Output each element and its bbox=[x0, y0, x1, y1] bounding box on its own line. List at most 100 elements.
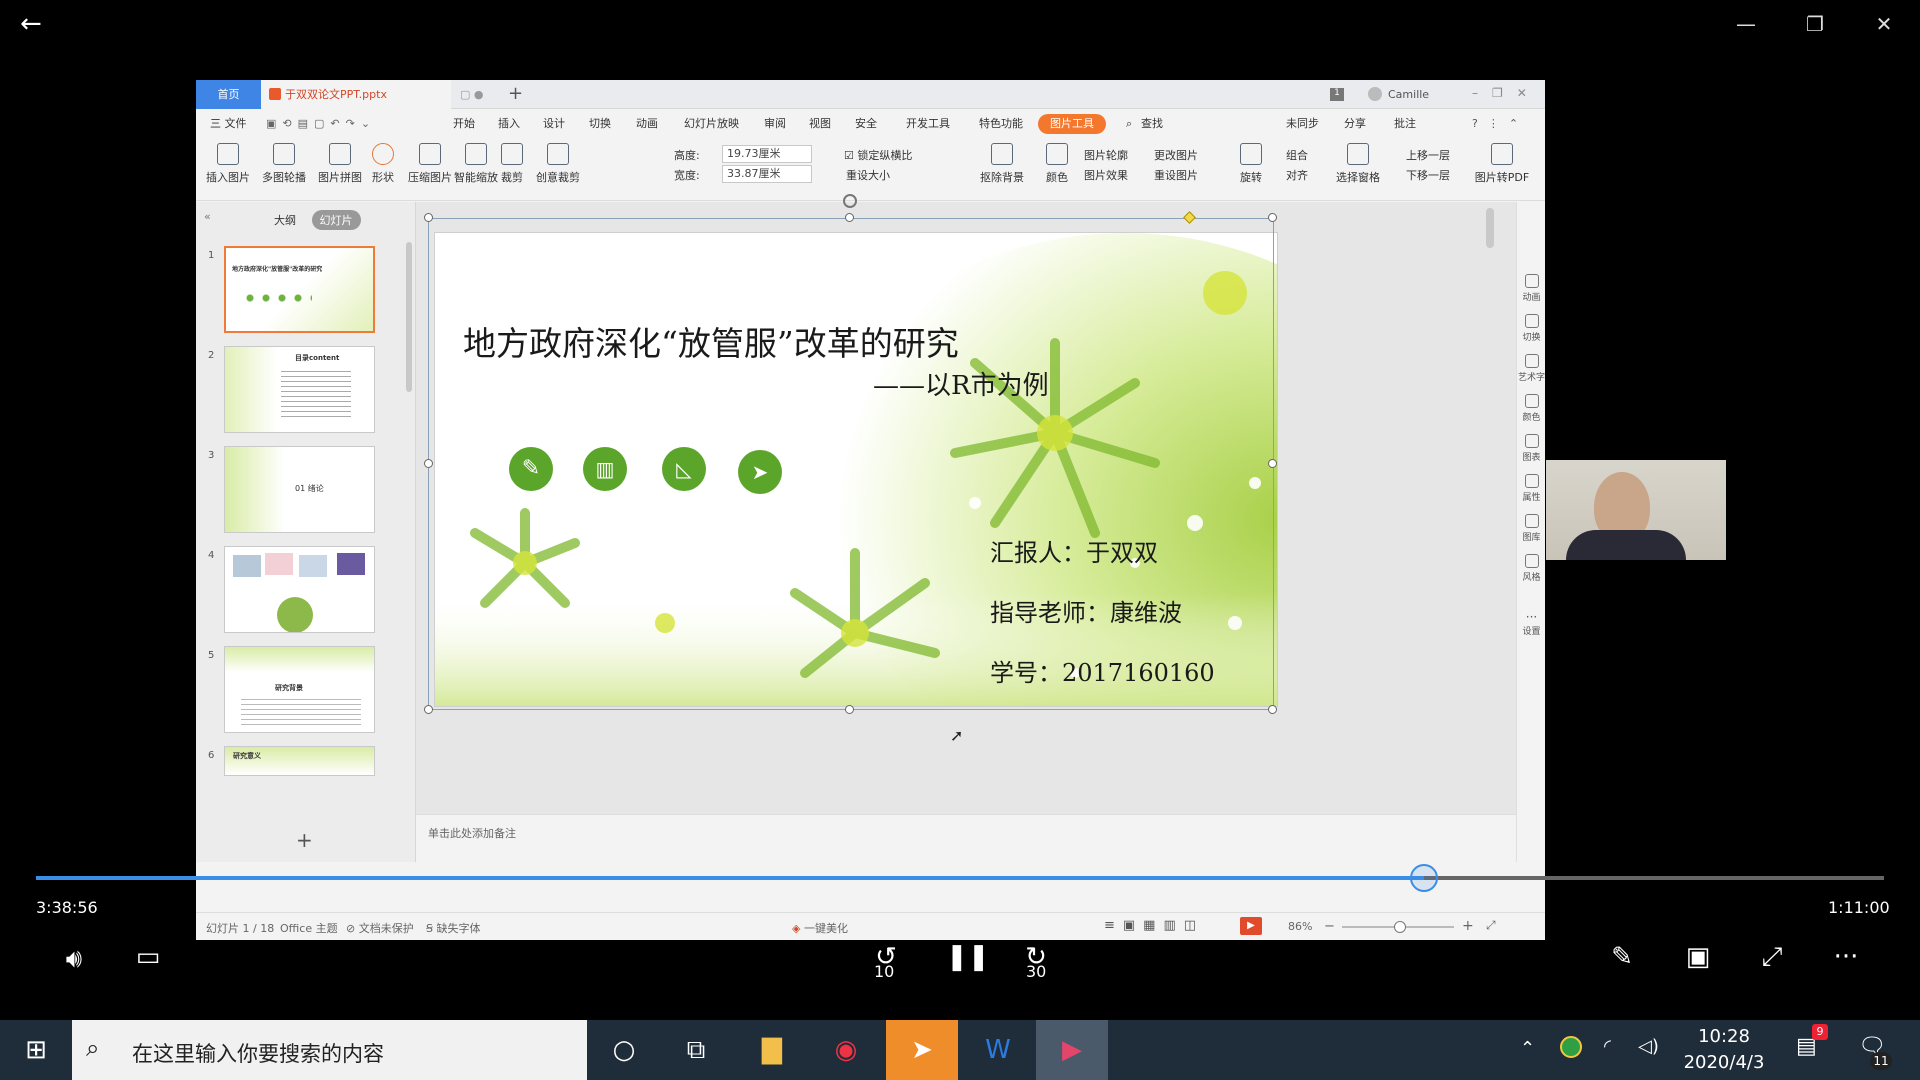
menu-animation[interactable]: 动画 bbox=[636, 109, 658, 139]
tab-home[interactable]: 首页 bbox=[196, 80, 261, 109]
picture-effects-button[interactable]: 图片效果 bbox=[1084, 167, 1128, 183]
panel-scrollbar[interactable] bbox=[406, 242, 412, 392]
selection-pane-button[interactable]: 选择窗格 bbox=[1336, 143, 1380, 185]
resize-handle[interactable] bbox=[424, 705, 433, 714]
animation-pane-button[interactable]: 动画 bbox=[1517, 274, 1545, 303]
more-options-icon[interactable]: ··· bbox=[1828, 942, 1864, 972]
slide-thumbnail[interactable]: 目录content bbox=[224, 346, 375, 433]
browser-icon[interactable]: ◉ bbox=[810, 1020, 882, 1080]
reset-size-button[interactable]: 重设大小 bbox=[846, 167, 890, 183]
bring-forward-button[interactable]: 上移一层 bbox=[1406, 147, 1450, 163]
forward-button[interactable]: ↻ 30 bbox=[1016, 942, 1056, 981]
chart-pane-button[interactable]: 图表 bbox=[1517, 434, 1545, 463]
volume-icon[interactable]: 🔊︎ bbox=[56, 944, 92, 975]
insert-picture-button[interactable]: 插入图片 bbox=[206, 143, 250, 185]
network-icon[interactable]: ◜ bbox=[1604, 1036, 1611, 1057]
view-buttons[interactable]: ≡▣▦▥◫ bbox=[1104, 918, 1204, 933]
zoom-level[interactable]: 86% bbox=[1288, 920, 1312, 933]
send-backward-button[interactable]: 下移一层 bbox=[1406, 167, 1450, 183]
menu-design[interactable]: 设计 bbox=[543, 109, 565, 139]
taskbar-search[interactable]: ⌕ 在这里输入你要搜索的内容 bbox=[72, 1020, 587, 1080]
seek-knob[interactable] bbox=[1410, 864, 1438, 892]
share-button[interactable]: 分享 bbox=[1344, 109, 1366, 139]
back-arrow-icon[interactable]: ← bbox=[20, 8, 52, 40]
tray-app-icon[interactable] bbox=[1560, 1036, 1582, 1058]
search-icon[interactable]: ⌕ bbox=[1126, 109, 1132, 139]
cortana-icon[interactable]: ○ bbox=[588, 1020, 660, 1080]
slide-thumbnail[interactable]: 研究背景 bbox=[224, 646, 375, 733]
fit-window-icon[interactable]: ⤢ bbox=[1486, 918, 1496, 933]
resize-handle[interactable] bbox=[424, 459, 433, 468]
quick-access-toolbar[interactable]: ▣⟲▤▢↶↷⌄ bbox=[266, 109, 376, 139]
fullscreen-icon[interactable]: ⤢ bbox=[1754, 942, 1790, 973]
add-slide-button[interactable]: + bbox=[296, 828, 313, 852]
slide-thumbnail[interactable]: 01 绪论 bbox=[224, 446, 375, 533]
menu-file[interactable]: 三 文件 bbox=[210, 109, 247, 139]
slide-thumbnail[interactable]: 地方政府深化"放管服"改革的研究 bbox=[224, 246, 375, 333]
align-button[interactable]: 对齐 bbox=[1286, 167, 1308, 183]
file-explorer-icon[interactable]: ▇ bbox=[736, 1020, 808, 1080]
puzzle-button[interactable]: 图片拼图 bbox=[318, 143, 362, 185]
resize-handle[interactable] bbox=[845, 705, 854, 714]
lock-ratio-checkbox[interactable]: ☑ 锁定纵横比 bbox=[844, 147, 912, 163]
protect-status[interactable]: ⊘ 文档未保护 bbox=[346, 920, 414, 936]
properties-pane-button[interactable]: 属性 bbox=[1517, 474, 1545, 503]
sync-status[interactable]: 未同步 bbox=[1286, 109, 1319, 139]
change-picture-button[interactable]: 更改图片 bbox=[1154, 147, 1198, 163]
zoom-in-icon[interactable]: + bbox=[1462, 918, 1474, 934]
tab-document[interactable]: 于双双论文PPT.pptx bbox=[261, 80, 451, 109]
menu-transition[interactable]: 切换 bbox=[589, 109, 611, 139]
comment-button[interactable]: 批注 bbox=[1394, 109, 1416, 139]
beautify-button[interactable]: ◈ 一键美化 bbox=[792, 920, 848, 936]
color-pane-button[interactable]: 颜色 bbox=[1517, 394, 1545, 423]
compress-button[interactable]: 压缩图片 bbox=[408, 143, 452, 185]
reset-picture-button[interactable]: 重设图片 bbox=[1154, 167, 1198, 183]
resize-handle[interactable] bbox=[1268, 705, 1277, 714]
play-slideshow-icon[interactable]: ▶ bbox=[1240, 917, 1262, 935]
remove-bg-button[interactable]: 抠除背景 bbox=[980, 143, 1024, 185]
smart-zoom-button[interactable]: 智能缩放 bbox=[454, 143, 498, 185]
tray-expand-icon[interactable]: ⌃ bbox=[1520, 1038, 1535, 1059]
task-view-icon[interactable]: ⧉ bbox=[660, 1020, 732, 1080]
help-icon[interactable]: ?⋮⌃ bbox=[1472, 109, 1528, 139]
collapse-panel-icon[interactable]: « bbox=[204, 210, 211, 223]
menu-developer[interactable]: 开发工具 bbox=[906, 109, 950, 139]
menu-view[interactable]: 视图 bbox=[809, 109, 831, 139]
window-count-icon[interactable]: 1 bbox=[1330, 88, 1344, 101]
notes-pane[interactable]: 单击此处添加备注 bbox=[416, 814, 1516, 862]
tab-options-icon[interactable]: ▢ ● bbox=[460, 88, 484, 101]
wps-app-icon[interactable]: W bbox=[962, 1020, 1034, 1080]
clock-date[interactable]: 2020/4/3 bbox=[1672, 1052, 1776, 1073]
resize-handle[interactable] bbox=[1268, 213, 1277, 222]
user-name[interactable]: Camille bbox=[1388, 88, 1429, 101]
height-input[interactable]: 19.73厘米 bbox=[722, 145, 812, 163]
menu-features[interactable]: 特色功能 bbox=[979, 109, 1023, 139]
speaker-icon[interactable]: ◁) bbox=[1638, 1036, 1659, 1057]
width-input[interactable]: 33.87厘米 bbox=[722, 165, 812, 183]
tab-slides[interactable]: 幻灯片 bbox=[311, 210, 361, 230]
zoom-out-icon[interactable]: − bbox=[1324, 919, 1335, 934]
picture-outline-button[interactable]: 图片轮廓 bbox=[1084, 147, 1128, 163]
menu-review[interactable]: 审阅 bbox=[764, 109, 786, 139]
subtitles-icon[interactable]: ▭ bbox=[130, 942, 166, 972]
clock-time[interactable]: 10:28 bbox=[1680, 1026, 1768, 1047]
group-button[interactable]: 组合 bbox=[1286, 147, 1308, 163]
search-label[interactable]: 查找 bbox=[1141, 109, 1163, 139]
video-player-icon[interactable]: ▶ bbox=[1036, 1020, 1108, 1080]
missing-font[interactable]: Ꞩ 缺失字体 bbox=[426, 920, 480, 936]
minimize-icon[interactable]: — bbox=[1726, 10, 1766, 38]
resize-handle[interactable] bbox=[1268, 459, 1277, 468]
canvas-scrollbar[interactable] bbox=[1486, 208, 1494, 248]
gallery-pane-button[interactable]: 图库 bbox=[1517, 514, 1545, 543]
rotate-button[interactable]: 旋转 bbox=[1240, 143, 1262, 185]
restore-icon[interactable]: ❐ bbox=[1795, 10, 1835, 38]
slide-thumbnail[interactable]: 研究意义 bbox=[224, 746, 375, 776]
color-button[interactable]: 颜色 bbox=[1046, 143, 1068, 185]
crop-button[interactable]: 裁剪 bbox=[501, 143, 523, 185]
settings-button[interactable]: ··· 设置 bbox=[1517, 610, 1545, 637]
to-pdf-button[interactable]: 图片转PDF bbox=[1472, 143, 1532, 185]
mini-view-icon[interactable]: ▣ bbox=[1680, 942, 1716, 972]
feishu-app-icon[interactable]: ➤ bbox=[886, 1020, 958, 1080]
window-controls[interactable]: –❐✕ bbox=[1472, 86, 1541, 100]
slide-thumbnail[interactable] bbox=[224, 546, 375, 633]
